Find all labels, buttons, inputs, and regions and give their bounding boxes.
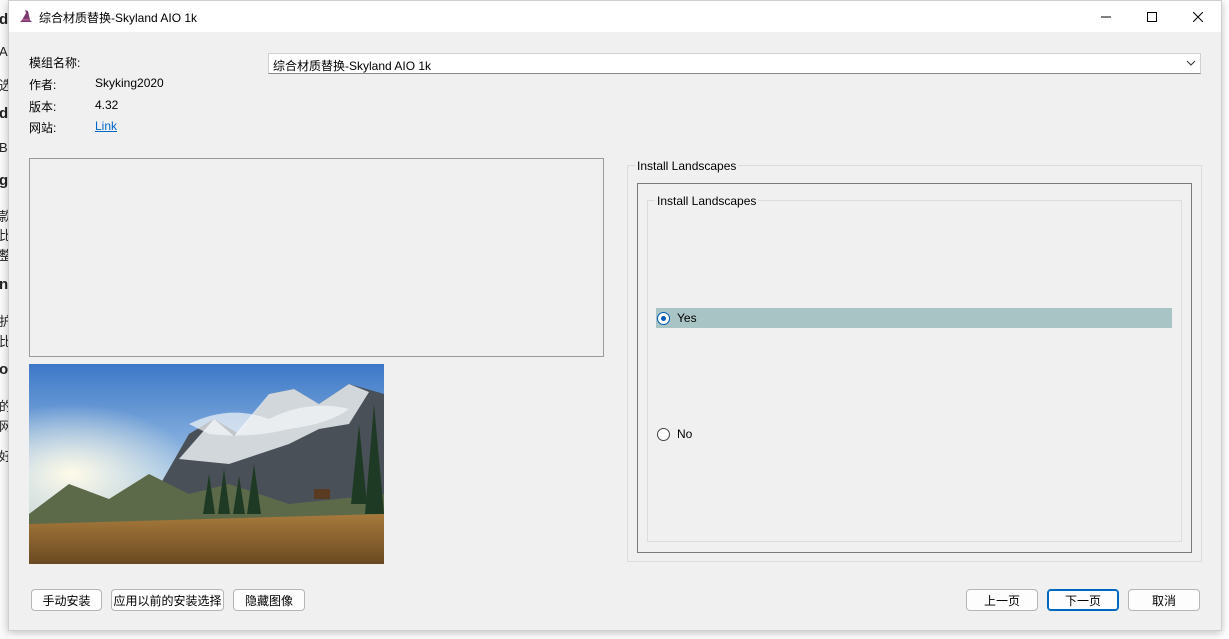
options-group-inner: [647, 200, 1182, 542]
option-yes[interactable]: Yes: [656, 308, 1172, 328]
website-link[interactable]: Link: [95, 119, 117, 133]
apply-previous-selection-button[interactable]: 应用以前的安装选择: [111, 589, 224, 611]
close-icon: [1193, 11, 1203, 22]
close-button[interactable]: [1175, 1, 1221, 32]
minimize-button[interactable]: [1083, 1, 1129, 32]
background-text: n: [0, 276, 9, 293]
author-label: 作者:: [29, 78, 57, 92]
maximize-icon: [1147, 11, 1157, 22]
background-text: g: [0, 172, 9, 189]
version-value: 4.32: [95, 98, 119, 112]
website-label: 网站:: [29, 121, 57, 135]
cancel-button[interactable]: 取消: [1128, 589, 1200, 611]
author-value: Skyking2020: [95, 76, 164, 90]
chevron-down-icon: [1186, 60, 1196, 66]
installer-window: 综合材质替换-Skyland AIO 1k 模组名称: 作者: Skyking2…: [8, 0, 1222, 631]
hide-image-button[interactable]: 隐藏图像: [233, 589, 305, 611]
options-group-outer-title: Install Landscapes: [635, 159, 739, 173]
wizard-hat-icon: [20, 10, 32, 22]
background-text: d: [0, 105, 9, 122]
background-text: A: [0, 44, 8, 59]
option-yes-label: Yes: [677, 311, 697, 325]
next-page-button[interactable]: 下一页: [1047, 589, 1119, 611]
version-label: 版本:: [29, 100, 57, 114]
preview-image: [29, 364, 384, 564]
option-no-label: No: [677, 427, 693, 441]
window-title: 综合材质替换-Skyland AIO 1k: [39, 11, 198, 25]
radio-button-unchecked[interactable]: [657, 427, 670, 441]
landscape-image: [29, 364, 384, 564]
manual-install-button[interactable]: 手动安装: [31, 589, 102, 611]
mod-name-dropdown[interactable]: 综合材质替换-Skyland AIO 1k: [268, 53, 1201, 74]
maximize-button[interactable]: [1129, 1, 1175, 32]
minimize-icon: [1101, 16, 1111, 17]
mod-name-label: 模组名称:: [29, 56, 81, 70]
description-box: [29, 158, 604, 357]
prev-page-button[interactable]: 上一页: [966, 589, 1038, 611]
options-group-inner-title: Install Landscapes: [655, 194, 759, 208]
background-text: d: [0, 11, 9, 28]
mod-name-selected: 综合材质替换-Skyland AIO 1k: [273, 59, 432, 73]
option-no[interactable]: No: [656, 424, 1172, 444]
background-text: B: [0, 140, 8, 155]
radio-button-checked[interactable]: [657, 311, 670, 325]
title-bar[interactable]: 综合材质替换-Skyland AIO 1k: [9, 1, 1221, 32]
